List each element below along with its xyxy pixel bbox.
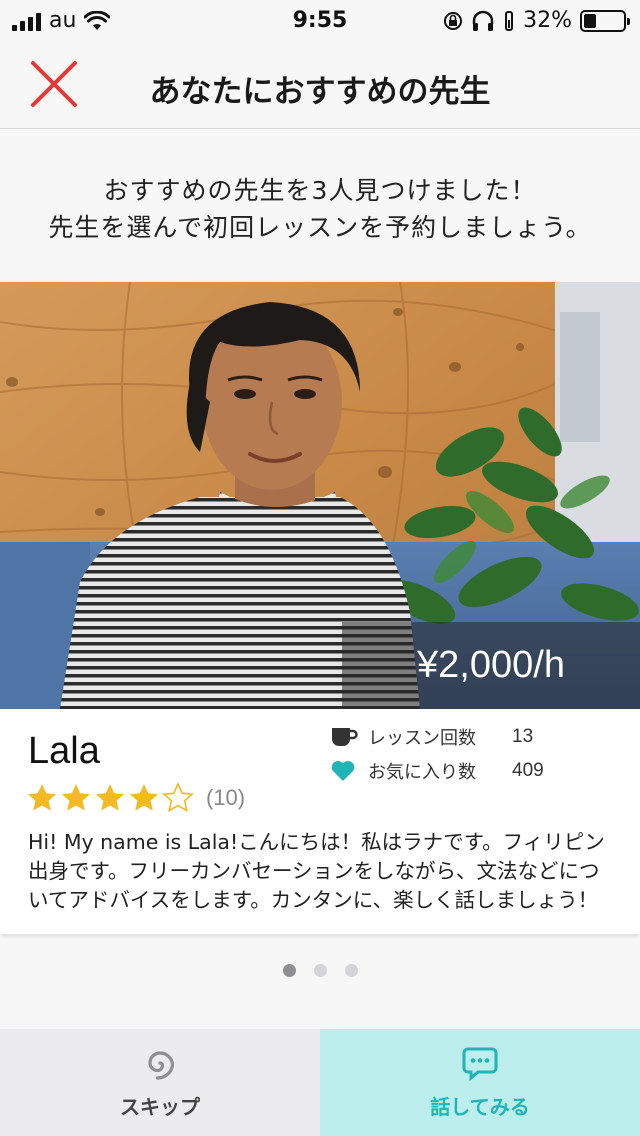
star-empty-icon: [162, 782, 194, 813]
talk-label: 話してみる: [430, 1095, 530, 1119]
pager-dot[interactable]: [313, 964, 327, 977]
star-filled-icon: [28, 784, 56, 811]
bottom-action-bar: スキップ 話してみる: [0, 1029, 640, 1136]
intro-line-1: おすすめの先生を3人見つけました！: [103, 176, 537, 205]
teacher-card[interactable]: ¥2,000/h Lala (10) レッスン回数 13 お気に入り数 409 …: [0, 282, 640, 934]
heart-icon: [330, 759, 358, 783]
intro-line-2: 先生を選んで初回レッスンを予約しましょう。: [48, 213, 592, 242]
stat-label: お気に入り数: [368, 762, 476, 783]
stat-value: 409: [512, 760, 544, 781]
page-title: あなたにおすすめの先生: [149, 74, 491, 110]
rating-stars: (10): [26, 782, 245, 814]
battery-icon: [580, 9, 630, 32]
teacher-photo: ¥2,000/h: [0, 282, 640, 709]
talk-button[interactable]: 話してみる: [320, 1029, 640, 1136]
stat-value: 13: [512, 726, 534, 747]
pager-dot[interactable]: [344, 964, 358, 977]
headphones-icon: [472, 10, 494, 31]
teacher-bio: Hi! My name is Lala!こんにちは！私はラナです。フィリピン出身…: [28, 830, 605, 912]
status-right: 32%: [443, 8, 630, 33]
star-filled-icon: [62, 784, 90, 811]
chat-bubble-icon: [462, 1047, 498, 1081]
skip-spiral-icon: [148, 1051, 175, 1080]
pager-dot[interactable]: [282, 964, 296, 977]
battery-percent: 32%: [523, 8, 572, 33]
teacher-stats: レッスン回数 13 お気に入り数 409: [330, 720, 630, 788]
price-label: ¥2,000/h: [417, 644, 565, 686]
orientation-lock-icon: [444, 11, 463, 30]
skip-label: スキップ: [120, 1095, 200, 1119]
stat-lesson-count: レッスン回数 13: [330, 720, 630, 754]
review-count: (10): [206, 785, 246, 810]
intro-message: おすすめの先生を3人見つけました！ 先生を選んで初回レッスンを予約しましょう。: [0, 172, 640, 246]
teacher-name: Lala: [28, 730, 100, 772]
status-bar: au 9:55 32%: [0, 0, 640, 40]
price-tag: ¥2,000/h: [342, 622, 640, 709]
alarm-icon: [505, 10, 514, 31]
battery-level: [584, 13, 597, 28]
skip-button[interactable]: スキップ: [0, 1029, 320, 1136]
stat-label: レッスン回数: [368, 728, 476, 749]
star-filled-icon: [96, 784, 124, 811]
cup-icon: [330, 725, 358, 749]
nav-header: あなたにおすすめの先生: [0, 40, 640, 129]
stat-favorite-count: お気に入り数 409: [330, 754, 630, 788]
pager-dots: [0, 964, 640, 977]
star-filled-icon: [130, 784, 158, 811]
